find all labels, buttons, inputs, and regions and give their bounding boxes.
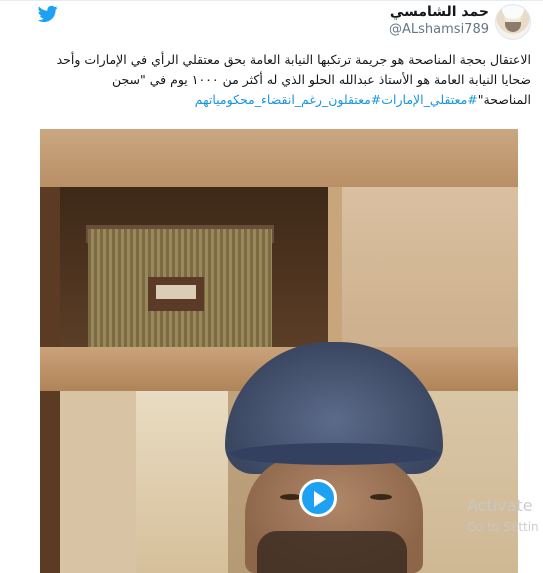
shelf-top	[40, 129, 518, 187]
hashtag-links[interactable]: #معتقلي_الإمارات#معتقلون_رغم_انقضاء_محكو…	[195, 92, 478, 107]
shelf-right-back	[342, 187, 518, 347]
display-name[interactable]: حمد الشامسي	[390, 4, 489, 20]
activation-watermark-subtitle: Go to Settin	[467, 520, 539, 534]
top-divider	[0, 0, 543, 1]
storage-box-label-card	[156, 285, 196, 299]
user-handle[interactable]: @ALshamsi789	[389, 22, 489, 37]
user-avatar[interactable]	[495, 4, 531, 40]
play-icon	[314, 491, 326, 507]
avatar-beard	[505, 22, 521, 32]
person-beard	[257, 531, 407, 573]
tweet-line: الاعتقال بحجة المناصحة هو جريمة ترتكبها …	[56, 52, 531, 67]
tweet-line: المناصحة"#معتقلي_الإمارات#معتقلون_رغم_ان…	[20, 90, 531, 110]
twitter-bird-icon[interactable]	[38, 5, 58, 23]
avatar-headwear	[502, 5, 524, 19]
activation-watermark-title: Activate	[467, 496, 533, 515]
person-eye	[370, 494, 392, 500]
window-light	[136, 391, 228, 573]
play-button[interactable]	[299, 479, 337, 517]
tweet-line-text: المناصحة"	[477, 92, 531, 107]
person-cap-brim	[230, 443, 440, 465]
tweet-text: الاعتقال بحجة المناصحة هو جريمة ترتكبها …	[20, 50, 531, 110]
tweet-line: ضحايا النيابة العامة هو الأستاذ عبدالله …	[111, 72, 531, 87]
video-player[interactable]	[40, 129, 518, 573]
shelf-divider	[328, 187, 342, 347]
